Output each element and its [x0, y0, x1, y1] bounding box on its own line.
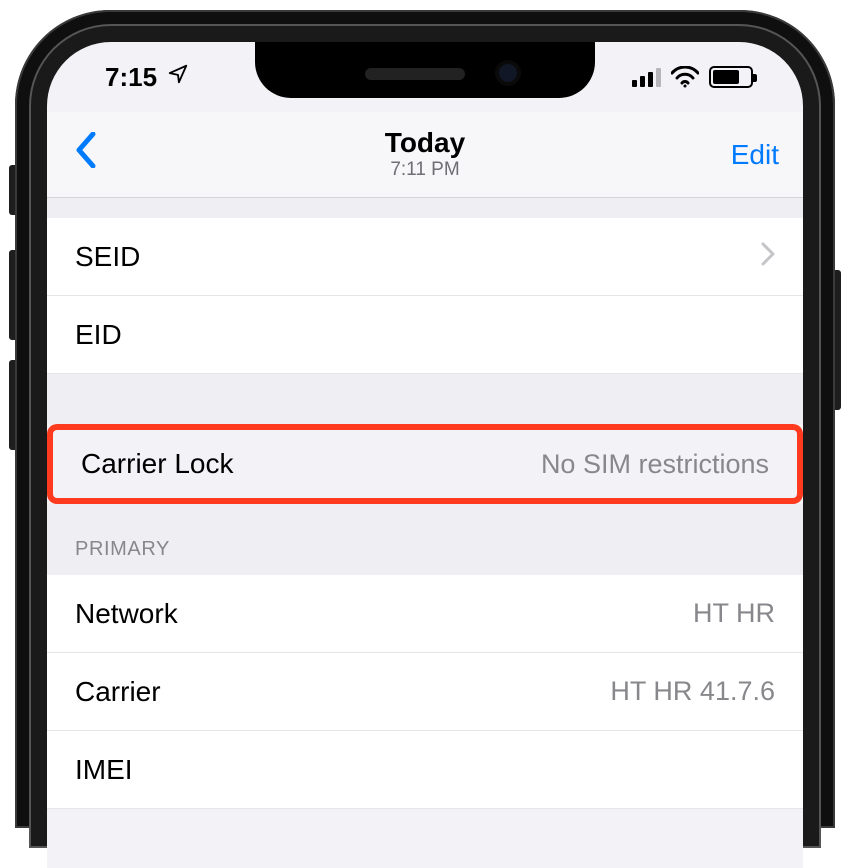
nav-bar: Today 7:11 PM Edit: [47, 112, 803, 198]
row-label: Network: [75, 598, 178, 630]
spacer: [47, 198, 803, 218]
chevron-right-icon: [761, 240, 775, 274]
screen: 7:15: [47, 42, 803, 868]
location-icon: [167, 63, 189, 91]
nav-title-text: Today: [385, 128, 465, 159]
group-ids: SEID EID: [47, 218, 803, 374]
row-value: No SIM restrictions: [541, 449, 769, 480]
cellular-icon: [632, 67, 661, 87]
phone-bezel: 7:15: [29, 24, 821, 848]
volume-up-button: [9, 250, 15, 340]
row-network[interactable]: Network HT HR: [47, 575, 803, 653]
notch: [255, 42, 595, 98]
row-label: Carrier Lock: [81, 448, 233, 480]
row-value: HT HR: [693, 598, 775, 629]
silent-switch: [9, 165, 15, 215]
group-primary: Network HT HR Carrier HT HR 41.7.6 IMEI: [47, 575, 803, 809]
edit-button[interactable]: Edit: [731, 139, 779, 171]
back-button[interactable]: [65, 128, 107, 182]
battery-icon: [709, 66, 753, 88]
power-button: [835, 270, 841, 410]
phone-frame: 7:15: [15, 10, 835, 828]
volume-down-button: [9, 360, 15, 450]
section-header-primary: PRIMARY: [47, 504, 803, 575]
row-value: HT HR 41.7.6: [610, 676, 775, 707]
status-left: 7:15: [87, 62, 189, 93]
spacer: [47, 374, 803, 424]
row-carrier-lock[interactable]: Carrier Lock No SIM restrictions: [47, 424, 803, 504]
row-eid[interactable]: EID: [47, 296, 803, 374]
wifi-icon: [671, 66, 699, 88]
row-label: SEID: [75, 241, 140, 273]
status-right: [632, 66, 763, 88]
row-imei[interactable]: IMEI: [47, 731, 803, 809]
row-label: IMEI: [75, 754, 133, 786]
status-time: 7:15: [105, 62, 157, 93]
row-carrier[interactable]: Carrier HT HR 41.7.6: [47, 653, 803, 731]
row-label: EID: [75, 319, 122, 351]
highlight-box: Carrier Lock No SIM restrictions: [47, 424, 803, 504]
nav-subtitle-text: 7:11 PM: [385, 160, 465, 181]
row-seid[interactable]: SEID: [47, 218, 803, 296]
nav-title: Today 7:11 PM: [385, 128, 465, 182]
row-label: Carrier: [75, 676, 161, 708]
